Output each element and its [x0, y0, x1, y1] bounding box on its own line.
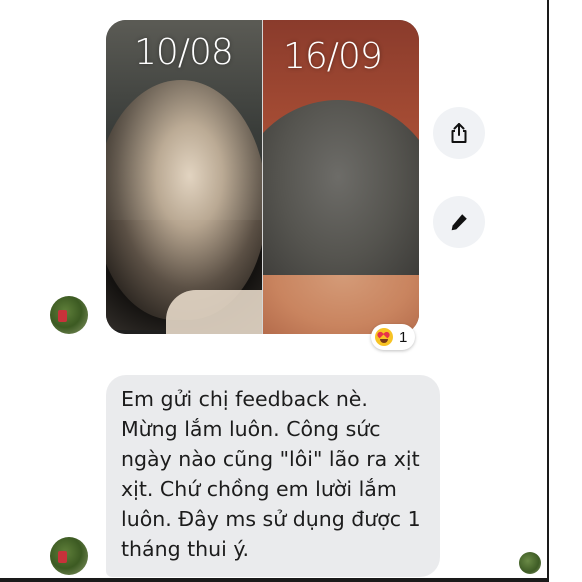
read-receipt-avatar	[519, 552, 541, 574]
sender-avatar[interactable]	[50, 296, 88, 334]
photo-message[interactable]: 10/08 16/09	[106, 20, 419, 334]
heart-eyes-icon	[375, 328, 393, 346]
reaction-count: 1	[399, 328, 408, 346]
share-icon	[451, 123, 467, 143]
reaction-badge[interactable]: 1	[371, 324, 416, 350]
share-button[interactable]	[433, 107, 485, 159]
message-text: Em gửi chị feedback nè. Mừng lắm luôn. C…	[121, 387, 421, 561]
right-border-line	[547, 0, 549, 582]
bottom-border-line	[0, 578, 548, 582]
pencil-icon	[451, 214, 467, 231]
before-date-label: 10/08	[134, 32, 234, 73]
after-date-label: 16/09	[283, 36, 383, 77]
photo-divider	[262, 20, 263, 334]
sender-avatar[interactable]	[50, 537, 88, 575]
edit-button[interactable]	[433, 196, 485, 248]
